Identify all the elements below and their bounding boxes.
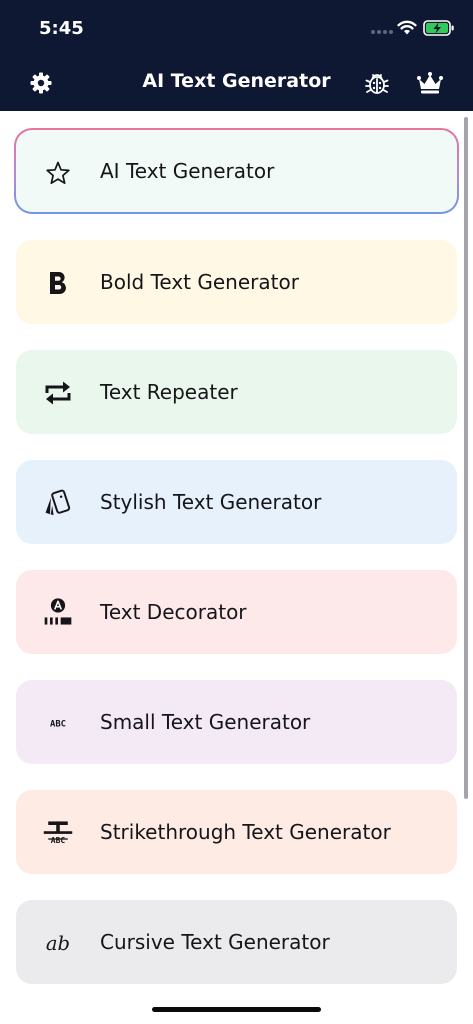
page-title: AI Text Generator — [142, 70, 331, 92]
tool-card-text-decorator[interactable]: Text Decorator — [16, 570, 457, 654]
bug-icon — [365, 74, 389, 94]
tool-card-text-repeater[interactable]: Text Repeater — [16, 350, 457, 434]
tool-label: Bold Text Generator — [100, 270, 299, 294]
strikethrough-icon-text: ABC — [51, 836, 66, 845]
bug-report-button[interactable] — [362, 68, 392, 98]
cursive-icon-text: ab — [46, 932, 70, 955]
small-icon-text: ABC — [50, 720, 66, 730]
repeat-icon — [42, 377, 74, 409]
cursive-icon: ab — [42, 927, 74, 959]
status-bar: 5:45 — [0, 0, 473, 56]
tool-label: Text Repeater — [100, 380, 238, 404]
tool-list: AI Text Generator Bold Text Generator Te… — [0, 111, 473, 991]
crown-icon — [417, 72, 443, 94]
tool-label: Cursive Text Generator — [100, 930, 330, 954]
premium-button[interactable] — [415, 68, 445, 98]
small-text-icon: ABC — [42, 707, 74, 739]
tool-card-ai-text-generator[interactable]: AI Text Generator — [14, 128, 459, 214]
home-indicator[interactable] — [152, 1007, 321, 1012]
star-icon — [42, 157, 74, 189]
strikethrough-icon: ABC — [42, 817, 74, 849]
tool-card-stylish-text-generator[interactable]: Stylish Text Generator — [16, 460, 457, 544]
tool-card-strikethrough-text-generator[interactable]: ABC Strikethrough Text Generator — [16, 790, 457, 874]
bold-icon — [42, 267, 74, 299]
battery-charging-icon — [423, 20, 454, 36]
settings-button[interactable] — [26, 68, 56, 98]
gear-icon — [30, 72, 52, 94]
stylish-cards-icon — [42, 487, 74, 519]
status-time: 5:45 — [39, 18, 84, 39]
cellular-signal-icon — [371, 30, 393, 34]
tool-label: Strikethrough Text Generator — [100, 820, 391, 844]
tool-label: Stylish Text Generator — [100, 490, 322, 514]
tool-card-small-text-generator[interactable]: ABC Small Text Generator — [16, 680, 457, 764]
app-header: 5:45 AI Text Generator — [0, 0, 473, 111]
tool-card-cursive-text-generator[interactable]: ab Cursive Text Generator — [16, 900, 457, 984]
tool-label: AI Text Generator — [100, 159, 275, 183]
decorator-icon — [42, 597, 74, 629]
tool-card-bold-text-generator[interactable]: Bold Text Generator — [16, 240, 457, 324]
scrollbar[interactable] — [464, 117, 468, 799]
wifi-icon — [397, 20, 417, 35]
nav-bar: AI Text Generator — [0, 56, 473, 111]
tool-label: Small Text Generator — [100, 710, 311, 734]
tool-label: Text Decorator — [100, 600, 247, 624]
